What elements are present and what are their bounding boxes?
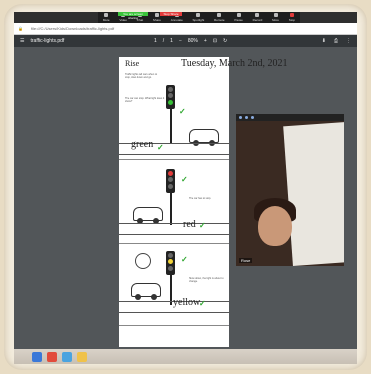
remote-button[interactable]: Remote [214,13,225,22]
remote-icon [217,13,222,17]
more-vert-icon[interactable]: ⋮ [346,38,351,44]
car-icon [133,207,163,224]
taskbar [14,349,357,364]
more-icon [273,13,278,17]
stop-icon [289,13,294,17]
participant-name: Rose [239,258,253,263]
zoom-app-icon[interactable] [62,351,72,362]
zoom-level[interactable]: 80% [188,38,198,44]
mic-icon [104,13,109,17]
download-icon[interactable]: ⬇ [322,38,326,44]
print-icon[interactable]: ⎙ [334,38,338,44]
menu-icon[interactable]: ☰ [20,38,24,44]
pause-icon [236,13,241,17]
page-number[interactable]: 1 [154,38,157,44]
traffic-light-red [166,169,175,193]
page-total: 1 [170,38,173,44]
check-icon: ✓ [179,107,186,116]
red-note: The car has to stop. [189,197,212,200]
stop-share-button[interactable]: Stop Share [160,12,182,16]
video-tile[interactable]: Rose [236,114,344,266]
worksheet-page: Rise Traffic lights tell cars when to st… [119,57,229,347]
record-button[interactable]: Record [253,13,262,22]
url-text: file:///C:/Users/Kids/Downloads/traffic-… [30,26,115,31]
folder-icon[interactable] [77,351,87,362]
check-icon: ✓ [199,299,206,308]
sharing-indicator: You are screen sharing [118,12,148,20]
student-name: Rise [125,59,140,68]
worksheet-date: Tuesday, March 2nd, 2021 [181,58,288,69]
record-icon [255,13,260,17]
answer-red: red [183,219,196,230]
traffic-light-green [166,85,175,109]
stop-button[interactable]: Stop [289,13,295,22]
windows-start-icon[interactable] [32,351,42,362]
zoom-in-icon[interactable]: + [204,38,207,44]
yellow-note: Slow down, the light is about to change. [189,277,224,283]
answer-green: green [131,139,154,150]
traffic-light-yellow [166,251,175,275]
chrome-icon[interactable] [47,351,57,362]
intro-note: Traffic lights tell cars when to stop, s… [125,73,158,79]
spotlight-icon [196,13,201,17]
check-icon: ✓ [199,221,206,230]
pdf-toolbar: ☰ traffic-lights.pdf 1 / 1 − 80% + ⊡ ↻ ⬇… [14,35,357,47]
pause-button[interactable]: Pause [234,13,243,22]
check-icon: ✓ [181,175,188,184]
check-icon: ✓ [157,143,164,152]
held-worksheet [283,122,344,266]
speedometer-icon [135,253,151,269]
spotlight-button[interactable]: Spotlight [193,13,204,22]
car-icon [131,283,161,300]
car-icon [189,129,219,146]
mute-button[interactable]: Mute [103,13,110,22]
address-bar[interactable]: 🔒 file:///C:/Users/Kids/Downloads/traffi… [14,23,357,35]
lock-icon: 🔒 [18,26,23,31]
pdf-title: traffic-lights.pdf [30,38,65,44]
participant-face [258,206,292,246]
share-icon [154,13,159,17]
fit-page-icon[interactable]: ⊡ [213,38,217,44]
rotate-icon[interactable]: ↻ [223,38,227,44]
zoom-out-icon[interactable]: − [179,38,182,44]
more-button[interactable]: More [272,13,279,22]
question-note: The car can stop. What light does it sho… [125,97,165,103]
check-icon: ✓ [181,255,188,264]
answer-yellow: yellow [173,297,201,308]
